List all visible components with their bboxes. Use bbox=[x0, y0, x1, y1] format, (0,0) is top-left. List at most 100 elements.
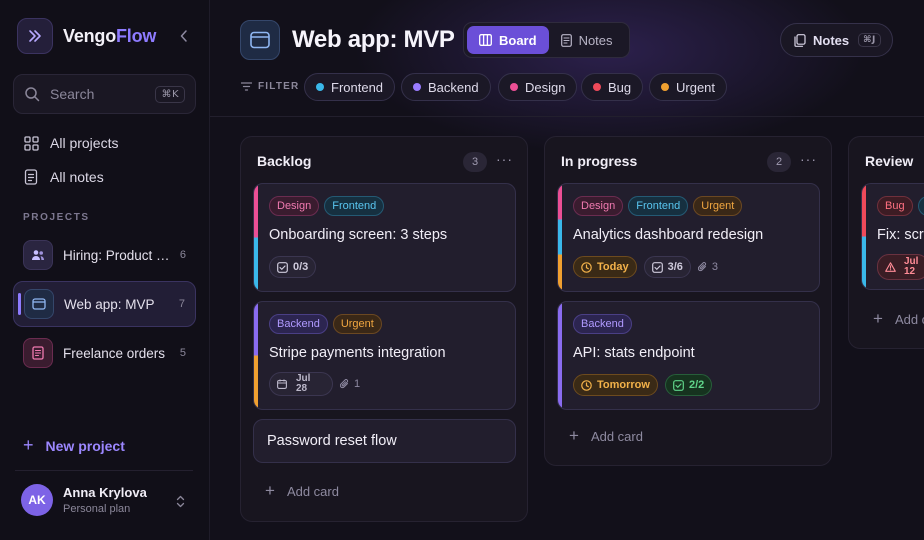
tag-color-strip bbox=[254, 302, 258, 409]
notes-button[interactable]: Notes ⌘J bbox=[780, 23, 893, 57]
tab-board[interactable]: Board bbox=[467, 26, 549, 54]
active-indicator bbox=[18, 293, 21, 315]
filter-label: FILTER bbox=[241, 81, 299, 92]
task-card[interactable]: Backend API: stats endpoint Tomorrow 2/2 bbox=[557, 301, 820, 410]
browser-icon bbox=[240, 20, 280, 60]
add-card-button[interactable]: + Add c bbox=[873, 309, 924, 329]
brand[interactable]: VengoFlow bbox=[17, 18, 156, 54]
plus-icon: + bbox=[265, 481, 275, 500]
tag-frontend: Frontend bbox=[628, 196, 689, 216]
nav-all-notes[interactable]: All notes bbox=[23, 169, 104, 185]
calendar-icon bbox=[277, 379, 287, 389]
brand-name-main: Vengo bbox=[63, 25, 117, 46]
column-title: Review bbox=[865, 153, 914, 169]
checklist-count: 2/2 bbox=[688, 379, 705, 391]
checklist-badge: 2/2 bbox=[664, 374, 713, 396]
add-card-label: Add c bbox=[894, 311, 924, 327]
project-name: Web app: MVP bbox=[64, 296, 155, 312]
filter-chip-design[interactable]: Design bbox=[498, 73, 578, 101]
project-count: 6 bbox=[179, 249, 186, 261]
paperclip-icon bbox=[340, 378, 350, 390]
project-name: Freelance orders bbox=[63, 345, 166, 361]
notes-shortcut: ⌘J bbox=[858, 33, 881, 47]
attachment-count: 1 bbox=[354, 378, 361, 390]
note-icon bbox=[560, 33, 572, 47]
clock-icon bbox=[581, 261, 592, 273]
color-dot bbox=[316, 83, 324, 91]
note-icon bbox=[23, 169, 39, 185]
filter-chip-bug[interactable]: Bug bbox=[581, 73, 644, 101]
divider bbox=[210, 116, 924, 117]
new-project-button[interactable]: + New project bbox=[23, 435, 125, 456]
sidebar-project-freelance[interactable]: Freelance orders 5 bbox=[13, 330, 196, 376]
plus-icon: + bbox=[569, 426, 579, 445]
more-icon[interactable]: ··· bbox=[496, 151, 513, 167]
project-count: 7 bbox=[178, 298, 185, 310]
column-in-progress: In progress 2 ··· Design Frontend Urgent… bbox=[544, 136, 832, 466]
card-title: Onboarding screen: 3 steps bbox=[269, 227, 448, 243]
document-icon bbox=[23, 338, 53, 368]
filter-chip-frontend[interactable]: Frontend bbox=[304, 73, 396, 101]
collapse-sidebar-chevron-left-icon[interactable] bbox=[177, 28, 191, 44]
task-card[interactable]: Design Frontend Urgent Analytics dashboa… bbox=[557, 183, 820, 292]
overdue-badge: Jul 12 bbox=[877, 254, 924, 280]
due-label: Tomorrow bbox=[597, 379, 650, 391]
checklist-count: 3/6 bbox=[667, 261, 683, 273]
card-title: API: stats endpoint bbox=[573, 345, 695, 361]
add-card-button[interactable]: + Add card bbox=[265, 481, 339, 501]
search-placeholder: Search bbox=[50, 86, 95, 102]
task-card[interactable]: Password reset flow bbox=[253, 419, 516, 463]
nav-all-notes-label: All notes bbox=[50, 169, 104, 185]
nav-all-projects[interactable]: All projects bbox=[23, 135, 118, 151]
tag-frontend-clipped bbox=[917, 196, 924, 216]
task-card[interactable]: Design Frontend Onboarding screen: 3 ste… bbox=[253, 183, 516, 292]
search-input[interactable]: Search ⌘K bbox=[13, 74, 196, 114]
filter-chip-label: Design bbox=[525, 79, 566, 95]
tag-color-strip bbox=[254, 184, 258, 291]
project-name: Hiring: Product … bbox=[63, 247, 170, 263]
sidebar-project-web-app-mvp[interactable]: Web app: MVP 7 bbox=[13, 281, 196, 327]
filter-chip-backend[interactable]: Backend bbox=[401, 73, 491, 101]
checkbox-icon bbox=[673, 379, 684, 391]
clock-icon bbox=[581, 379, 592, 391]
card-title: Stripe payments integration bbox=[269, 345, 446, 361]
chevron-up-down-icon[interactable] bbox=[176, 495, 185, 509]
filter-chip-label: Urgent bbox=[676, 79, 716, 95]
due-day: 28 bbox=[296, 383, 308, 394]
tag-design: Design bbox=[573, 196, 624, 216]
divider bbox=[15, 470, 193, 471]
checklist-badge: 0/3 bbox=[269, 256, 317, 278]
add-card-label: Add card bbox=[286, 483, 339, 499]
more-icon[interactable]: ··· bbox=[800, 151, 817, 167]
card-title: Fix: scr bbox=[877, 227, 924, 243]
tab-notes[interactable]: Notes bbox=[549, 26, 625, 54]
avatar: AK bbox=[21, 484, 53, 516]
new-project-label: New project bbox=[45, 437, 125, 454]
brand-name-accent: Flow bbox=[116, 25, 157, 46]
checkbox-icon bbox=[651, 261, 663, 273]
task-card[interactable]: Backend Urgent Stripe payments integrati… bbox=[253, 301, 516, 410]
view-toggle: Board Notes bbox=[463, 22, 630, 58]
column-backlog: Backlog 3 ··· Design Frontend Onboarding… bbox=[240, 136, 528, 522]
tag-color-strip bbox=[558, 302, 562, 409]
user-name: Anna Krylova bbox=[63, 485, 147, 500]
column-title: Backlog bbox=[257, 153, 312, 169]
color-dot bbox=[661, 83, 669, 91]
logo-chevrons-icon bbox=[17, 18, 53, 54]
search-shortcut: ⌘K bbox=[155, 85, 185, 103]
tag-backend: Backend bbox=[269, 314, 328, 334]
tag-backend: Backend bbox=[573, 314, 632, 334]
project-count: 5 bbox=[179, 347, 186, 359]
filter-chip-urgent[interactable]: Urgent bbox=[649, 73, 728, 101]
sidebar-project-hiring[interactable]: Hiring: Product … 6 bbox=[13, 232, 196, 278]
task-card[interactable]: Bug Fix: scr Jul 12 bbox=[861, 183, 924, 290]
checklist-badge: 3/6 bbox=[643, 256, 691, 278]
user-menu[interactable]: AK Anna Krylova Personal plan bbox=[21, 484, 147, 516]
filter-chip-label: Frontend bbox=[331, 79, 384, 95]
tab-notes-label: Notes bbox=[578, 32, 613, 48]
due-date-badge: Jul 28 bbox=[269, 372, 333, 396]
brand-name: VengoFlow bbox=[63, 26, 156, 47]
add-card-button[interactable]: + Add card bbox=[569, 426, 643, 446]
search-icon bbox=[24, 86, 40, 102]
color-dot bbox=[593, 83, 601, 91]
